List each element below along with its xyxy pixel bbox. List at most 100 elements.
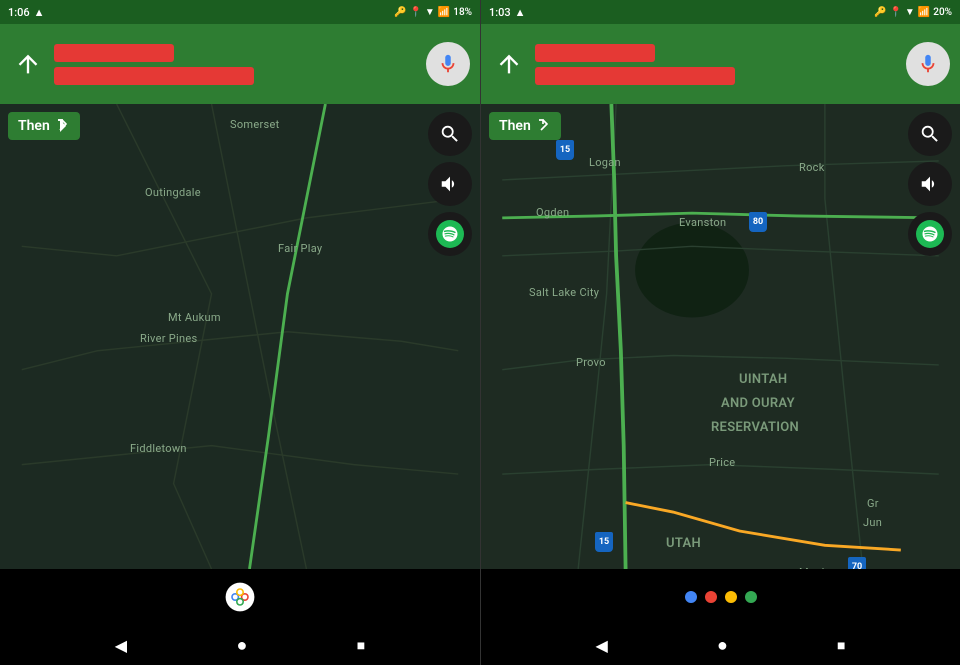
up-arrow-icon-left [14,50,42,78]
lock-icon-right: 🔑 [874,7,886,18]
map-label-fairplay: Fair Play [278,242,322,255]
redacted-address-short-left [54,44,174,62]
map-label-jun: Jun [863,516,882,529]
map-label-mtaukum: Mt Aukum [168,311,221,324]
shield-i70-right: 70 [848,557,866,569]
battery-left: 18% [453,7,472,18]
map-label-fiddletown: Fiddletown [130,442,187,455]
map-actions-right [908,112,952,256]
right-phone-panel: 1:03 ▲ 🔑 📍 ▼ 📶 20% [480,0,960,665]
mic-icon-left [437,53,459,75]
map-label-somerset: Somerset [230,118,280,131]
redacted-address-long-left [54,67,254,85]
back-btn-left[interactable]: ◀ [115,636,127,655]
then-turn-icon-right [535,118,551,134]
status-left-left: 1:06 ▲ [8,6,45,19]
map-label-ouray: AND OURAY [721,396,795,411]
spotify-logo-right [921,225,939,243]
map-label-utah: UTAH [666,536,701,551]
search-btn-right[interactable] [908,112,952,156]
spotify-icon-right [916,220,944,248]
map-label-evanston: Evanston [679,216,726,229]
map-label-rock: Rock [799,161,825,174]
shield-i80: 80 [749,212,767,232]
map-label-riverpines: River Pines [140,332,198,345]
redacted-address-long-right [535,67,735,85]
nav-bar-right: ◀ ● ■ [481,625,960,665]
spotify-btn-left[interactable] [428,212,472,256]
map-area-left: Then Somerset Outingdale Fair Play Mt Au… [0,104,480,569]
time-right: 1:03 [489,6,511,19]
nav-header-right [481,24,960,104]
sound-btn-left[interactable] [428,162,472,206]
assistant-dots-right[interactable] [681,587,761,607]
sound-btn-right[interactable] [908,162,952,206]
map-area-right: Then Logan Rock Ogden Evanston Salt Lake… [481,104,960,569]
map-label-ogden: Ogden [536,206,569,219]
loading-dots-right [681,587,761,607]
nav-info-right [535,44,898,85]
search-btn-left[interactable] [428,112,472,156]
time-left: 1:06 [8,6,30,19]
bottom-assistant-right [481,569,960,625]
nav-header-left [0,24,480,104]
battery-right: 20% [933,7,952,18]
map-label-moab: Moab [799,566,828,569]
map-label-uintah: UINTAH [739,372,787,387]
signal-arrow-left: ▲ [34,6,45,19]
wifi-icon-right: ▼ [905,7,915,18]
redacted-address-short-right [535,44,655,62]
nav-info-left [54,44,418,85]
left-phone-panel: 1:06 ▲ 🔑 📍 ▼ 📶 18% [0,0,480,665]
recent-btn-right[interactable]: ■ [837,637,845,654]
status-bar-left: 1:06 ▲ 🔑 📍 ▼ 📶 18% [0,0,480,24]
signal-arrow-right: ▲ [515,6,526,19]
mic-button-left[interactable] [426,42,470,86]
search-icon-left [439,123,461,145]
shield-i15-bottom: 15 [595,532,613,552]
map-roads-right [481,104,960,569]
status-bar-right: 1:03 ▲ 🔑 📍 ▼ 📶 20% [481,0,960,24]
home-btn-left[interactable]: ● [236,635,247,656]
spotify-logo-left [441,225,459,243]
map-label-reservation: RESERVATION [711,420,799,435]
mic-icon-right [917,53,939,75]
signal-icon-left: 📶 [438,7,450,18]
status-left-right: 1:03 ▲ [489,6,526,19]
wifi-icon-left: ▼ [425,7,435,18]
map-label-logan: Logan [589,156,621,169]
bottom-assistant-left [0,569,480,625]
up-arrow-icon-right [495,50,523,78]
then-button-right[interactable]: Then [489,112,561,140]
spotify-icon-left [436,220,464,248]
recent-btn-left[interactable]: ■ [357,637,365,654]
google-assistant-logo-left[interactable] [224,581,256,613]
then-label-left: Then [18,118,50,134]
back-btn-right[interactable]: ◀ [596,636,608,655]
lock-icon-left: 🔑 [394,7,406,18]
map-label-price: Price [709,456,735,469]
status-right-right: 🔑 📍 ▼ 📶 20% [874,7,952,18]
nav-arrow-left [10,46,46,82]
signal-icon-right: 📶 [918,7,930,18]
map-label-outingdale: Outingdale [145,186,201,199]
sound-icon-left [439,173,461,195]
map-label-saltlake: Salt Lake City [529,286,599,299]
sound-icon-right [919,173,941,195]
location-icon-left: 📍 [409,7,421,18]
location-icon-right: 📍 [889,7,901,18]
then-label-right: Then [499,118,531,134]
spotify-btn-right[interactable] [908,212,952,256]
status-right-left: 🔑 📍 ▼ 📶 18% [394,7,472,18]
map-label-gr: Gr [867,497,879,510]
search-icon-right [919,123,941,145]
shield-i15-top: 15 [556,140,574,160]
nav-arrow-right [491,46,527,82]
home-btn-right[interactable]: ● [717,635,728,656]
then-button-left[interactable]: Then [8,112,80,140]
map-actions-left [428,112,472,256]
nav-bar-left: ◀ ● ■ [0,625,480,665]
map-roads-left [0,104,480,569]
map-label-provo: Provo [576,356,606,369]
mic-button-right[interactable] [906,42,950,86]
